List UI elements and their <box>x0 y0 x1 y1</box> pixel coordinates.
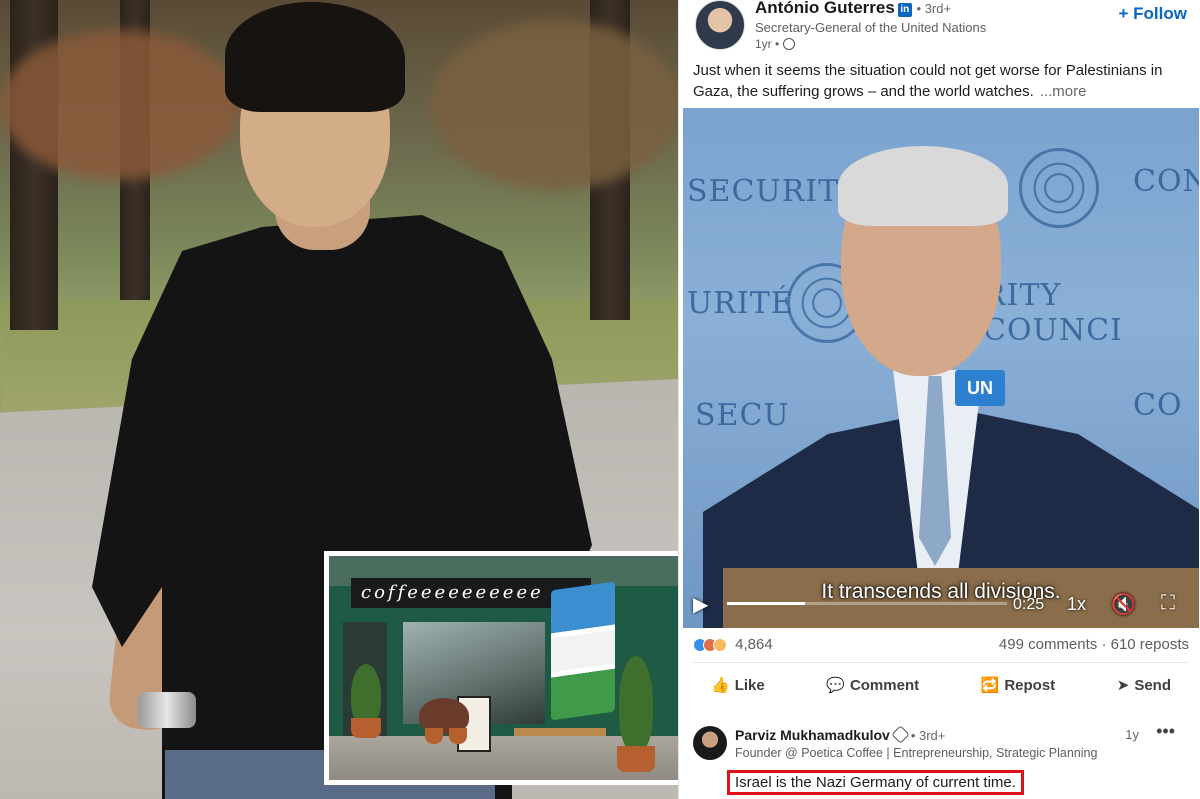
post-body: Just when it seems the situation could n… <box>693 60 1189 102</box>
repost-icon: 🔁 <box>980 677 1000 694</box>
follow-button[interactable]: + Follow <box>1119 4 1187 24</box>
wall-lettering: URITÉ <box>687 286 794 321</box>
thumbs-up-icon: 👍 <box>711 677 730 694</box>
send-icon: ➤ <box>1116 677 1130 694</box>
mute-icon[interactable]: 🔇 <box>1111 592 1136 617</box>
comment-label: Comment <box>849 677 920 694</box>
coffee-shop-storefront: coffeeeeeeeeee <box>329 556 687 780</box>
background-foliage <box>0 30 240 180</box>
more-options-icon[interactable]: ••• <box>1156 721 1175 742</box>
highlighted-comment-text: Israel is the Nazi Germany of current ti… <box>727 770 1024 795</box>
video-elapsed-time: 0:25 <box>1013 596 1045 613</box>
wall-lettering: SECURITY <box>687 174 860 209</box>
like-label: Like <box>734 677 765 694</box>
un-microphone: UN <box>955 370 1005 406</box>
commenter-headline: Founder @ Poetica Coffee | Entrepreneurs… <box>735 746 1098 760</box>
wall-lettering: CO <box>1133 388 1183 423</box>
author-name[interactable]: António Guterres <box>755 0 895 17</box>
post-age: 1yr • <box>755 37 780 51</box>
fullscreen-icon[interactable]: ⛶ <box>1161 592 1175 615</box>
comment-button[interactable]: 💬 Comment <box>826 676 919 694</box>
video-progress-fill <box>727 602 806 605</box>
potted-plant <box>351 664 381 726</box>
comment-item: Parviz Mukhamadkulov • 3rd+ Founder @ Poe… <box>693 721 1189 799</box>
connection-degree: • 3rd+ <box>916 1 952 16</box>
like-button[interactable]: 👍 Like <box>711 676 765 694</box>
video-progress-bar[interactable] <box>727 602 1007 605</box>
plant-pot <box>351 718 381 738</box>
send-button[interactable]: ➤ Send <box>1117 676 1171 694</box>
comments-reposts-count[interactable]: 499 comments · 610 reposts <box>999 636 1189 653</box>
plant-pot <box>617 746 655 772</box>
commenter-avatar[interactable] <box>693 726 727 760</box>
background-foliage <box>430 20 678 190</box>
post-text: Just when it seems the situation could n… <box>693 62 1163 100</box>
author-avatar[interactable] <box>695 0 745 50</box>
post-time: 1yr • <box>755 37 796 51</box>
linkedin-post: António Guterres in • 3rd+ Secretary-Gene… <box>678 0 1200 799</box>
person-hair <box>225 2 405 112</box>
author-headline: Secretary-General of the United Nations <box>755 20 987 35</box>
globe-icon <box>783 38 796 50</box>
divider <box>693 662 1189 663</box>
play-icon[interactable]: ▶ <box>693 592 708 617</box>
wall-lettering: SECU <box>695 398 790 433</box>
reaction-count[interactable]: 4,864 <box>735 636 773 653</box>
video-player[interactable]: SECURITY CON URITÉ RITY COUNCI SECU CO U… <box>683 108 1199 628</box>
potted-plant <box>619 656 653 752</box>
verified-icon <box>891 725 910 744</box>
playback-speed-button[interactable]: 1x <box>1067 594 1086 615</box>
insightful-reaction-icon <box>713 638 727 652</box>
commenter-name-row[interactable]: Parviz Mukhamadkulov • 3rd+ <box>735 725 946 744</box>
repost-button[interactable]: 🔁 Repost <box>981 676 1056 694</box>
un-emblem <box>1019 148 1099 228</box>
post-actions: 👍 Like 💬 Comment 🔁 Repost ➤ Send <box>693 676 1189 694</box>
storefront-inset-photo: coffeeeeeeeeee <box>324 551 692 785</box>
post-stats: 4,864 499 comments · 610 reposts <box>693 636 1189 656</box>
uzbekistan-flag <box>551 581 615 721</box>
post-header: António Guterres in • 3rd+ Secretary-Gene… <box>693 0 1193 56</box>
video-controls: ▶ 0:25 1x 🔇 ⛶ <box>683 582 1199 628</box>
linkedin-icon: in <box>897 3 912 17</box>
repost-label: Repost <box>1004 677 1056 694</box>
wristwatch <box>138 692 196 728</box>
plant-pot <box>425 728 443 744</box>
comment-time: 1y <box>1125 727 1139 742</box>
wall-lettering: CON <box>1133 164 1199 199</box>
see-more-link[interactable]: ...more <box>1040 83 1087 100</box>
author-name-row[interactable]: António Guterres in • 3rd+ <box>755 0 951 18</box>
wall-lettering: RITY COUNCI <box>983 278 1123 348</box>
send-label: Send <box>1134 677 1171 694</box>
plant-pot <box>449 728 467 744</box>
speaker-hair <box>838 146 1008 226</box>
comment-icon: 💬 <box>826 677 845 694</box>
wooden-bench <box>514 728 606 736</box>
reaction-icons[interactable] <box>693 638 727 656</box>
commenter-degree: • 3rd+ <box>910 728 946 743</box>
commenter-name[interactable]: Parviz Mukhamadkulov <box>735 727 890 743</box>
